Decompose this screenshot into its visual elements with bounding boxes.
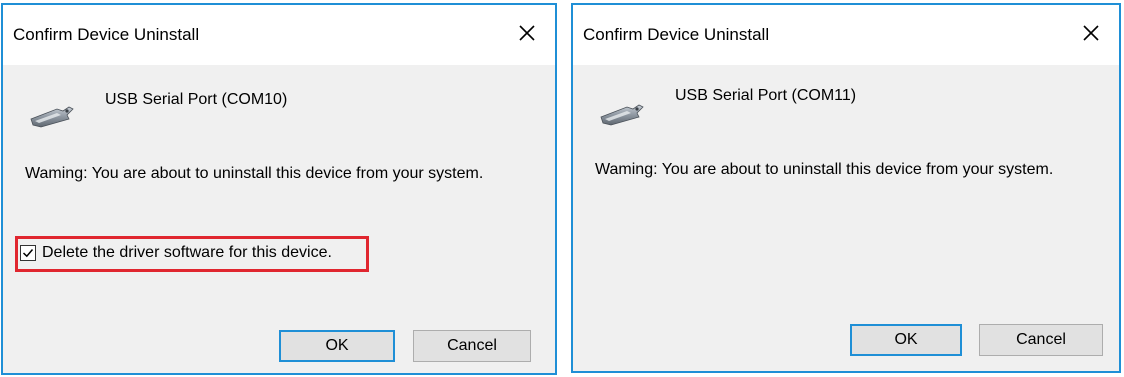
close-icon <box>519 25 535 41</box>
warning-text: Waming: You are about to uninstall this … <box>595 161 1054 178</box>
serial-port-connector-icon <box>600 104 644 126</box>
device-name: USB Serial Port (COM10) <box>105 91 288 108</box>
dialog-title: Confirm Device Uninstall <box>13 25 200 44</box>
device-name: USB Serial Port (COM11) <box>675 87 857 104</box>
confirm-uninstall-dialog-com11: Confirm Device Uninstall USB Serial Port… <box>571 3 1121 373</box>
delete-driver-checkbox[interactable]: Delete the driver software for this devi… <box>20 244 332 262</box>
checkbox-checked-icon[interactable] <box>20 245 36 261</box>
dialog-titlebar: Confirm Device Uninstall <box>573 5 1119 65</box>
ok-button[interactable]: OK <box>279 330 395 362</box>
close-icon <box>1083 25 1099 41</box>
dialog-titlebar: Confirm Device Uninstall <box>3 5 555 65</box>
ok-button[interactable]: OK <box>850 324 962 356</box>
dialog-title: Confirm Device Uninstall <box>583 25 770 44</box>
close-button[interactable] <box>1077 19 1105 47</box>
serial-port-connector-icon <box>30 106 74 128</box>
cancel-button[interactable]: Cancel <box>413 330 531 362</box>
close-button[interactable] <box>513 19 541 47</box>
warning-text: Waming: You are about to uninstall this … <box>25 165 484 182</box>
confirm-uninstall-dialog-com10: Confirm Device Uninstall USB Serial Port… <box>1 3 557 375</box>
cancel-button[interactable]: Cancel <box>979 324 1103 356</box>
screenshot-stage: Confirm Device Uninstall USB Serial Port… <box>0 0 1124 377</box>
checkbox-label: Delete the driver software for this devi… <box>42 244 332 261</box>
